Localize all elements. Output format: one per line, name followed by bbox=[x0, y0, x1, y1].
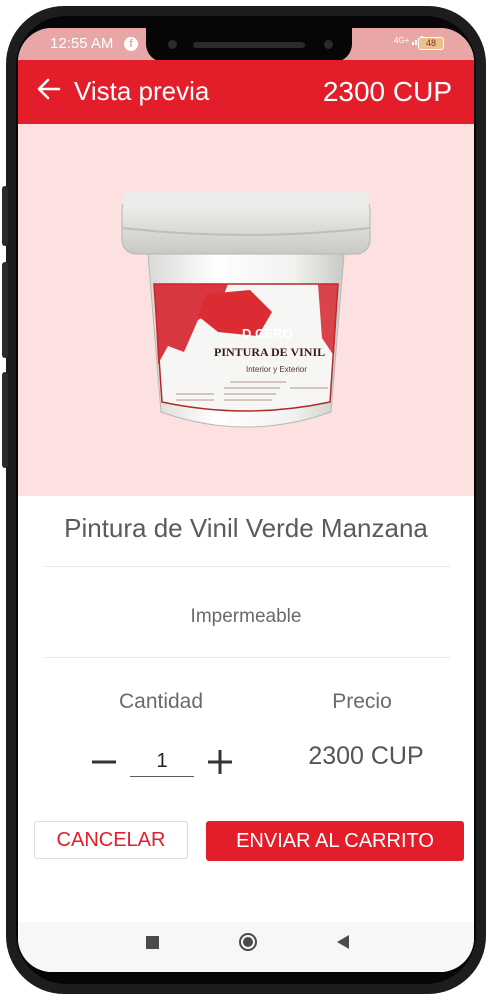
header-price: 2300 CUP bbox=[322, 76, 452, 107]
screen: 12:55 AM f 4G+ 48 Vista previa 2300 CUP bbox=[18, 28, 474, 972]
triangle-back-icon[interactable] bbox=[336, 934, 350, 950]
facebook-icon: f bbox=[124, 37, 138, 51]
divider bbox=[44, 566, 450, 567]
front-sensor bbox=[324, 40, 333, 49]
status-bar: 12:55 AM f 4G+ 48 bbox=[18, 28, 474, 62]
cancel-button[interactable]: CANCELAR bbox=[34, 821, 188, 859]
camera-notch bbox=[146, 28, 352, 62]
price-value: 2300 CUP bbox=[308, 742, 424, 770]
plus-icon[interactable] bbox=[204, 746, 236, 778]
divider bbox=[44, 657, 450, 658]
battery-icon: 48 bbox=[418, 37, 444, 50]
circle-icon[interactable] bbox=[238, 932, 258, 952]
add-to-cart-button[interactable]: ENVIAR AL CARRITO bbox=[206, 821, 464, 861]
network-label: 4G+ bbox=[394, 36, 410, 45]
earpiece-speaker bbox=[193, 42, 305, 48]
minus-icon[interactable] bbox=[88, 746, 120, 778]
bucket-label-subtitle: Interior y Exterior bbox=[246, 365, 307, 374]
square-icon[interactable] bbox=[146, 936, 159, 949]
front-camera bbox=[168, 40, 177, 49]
bucket-brand-text: D CERO bbox=[242, 326, 293, 341]
status-time: 12:55 AM bbox=[50, 35, 114, 52]
phone-side-button bbox=[2, 372, 8, 468]
bucket-label-title: PINTURA DE VINIL bbox=[214, 345, 325, 359]
phone-side-button bbox=[2, 262, 8, 358]
system-navigation-bar bbox=[18, 922, 474, 972]
phone-side-button bbox=[2, 186, 8, 246]
battery-level: 48 bbox=[425, 38, 436, 48]
price-label: Precio bbox=[332, 690, 392, 713]
page-title: Vista previa bbox=[74, 76, 210, 106]
arrow-left-icon[interactable] bbox=[36, 76, 62, 102]
product-name: Pintura de Vinil Verde Manzana bbox=[64, 513, 428, 543]
quantity-input[interactable] bbox=[130, 746, 194, 777]
paint-bucket-image: D CERO PINTURA DE VINIL Interior y Exter… bbox=[121, 192, 371, 428]
app-bar: Vista previa 2300 CUP bbox=[18, 60, 474, 124]
product-description: Impermeable bbox=[190, 606, 302, 627]
quantity-label: Cantidad bbox=[118, 690, 204, 713]
product-image-area: D CERO PINTURA DE VINIL Interior y Exter… bbox=[18, 124, 474, 496]
